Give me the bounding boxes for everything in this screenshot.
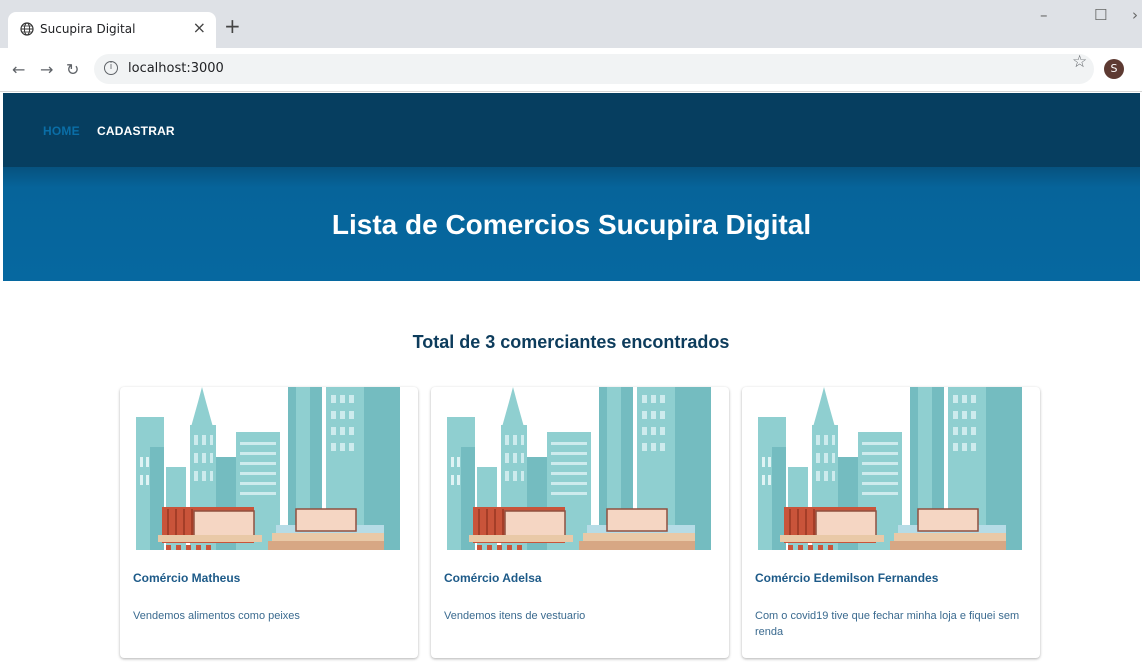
info-icon[interactable]: i bbox=[104, 61, 118, 75]
page-title: Lista de Comercios Sucupira Digital bbox=[331, 209, 812, 240]
merchant-card[interactable]: Comércio Adelsa Vendemos itens de vestuar… bbox=[431, 387, 729, 658]
maximize-icon[interactable]: ☐ bbox=[1094, 6, 1107, 24]
card-description: Vendemos itens de vestuario bbox=[444, 610, 586, 622]
navbar: HOME CADASTRAR bbox=[3, 93, 1140, 167]
card-description: Vendemos alimentos como peixes bbox=[133, 610, 300, 622]
merchant-card[interactable]: Comércio Edemilson Fernandes Com o covid1… bbox=[742, 387, 1040, 658]
minimize-icon[interactable]: – bbox=[1040, 6, 1048, 24]
hero-banner: Lista de Comercios Sucupira Digital bbox=[3, 167, 1140, 281]
card-title[interactable]: Comércio Edemilson Fernandes bbox=[755, 571, 938, 585]
card-image bbox=[758, 387, 1022, 550]
close-window-icon[interactable]: › bbox=[1132, 6, 1138, 24]
card-description: Com o covid19 tive que fechar minha loja… bbox=[755, 610, 1020, 638]
nav-home-link[interactable]: HOME bbox=[43, 124, 80, 138]
browser-tab-bar: Sucupira Digital × + – ☐ › bbox=[0, 0, 1142, 48]
merchant-card[interactable]: Comércio Matheus Vendemos alimentos como … bbox=[120, 387, 418, 658]
tab-title: Sucupira Digital bbox=[40, 22, 136, 36]
url-text[interactable]: localhost:3000 bbox=[128, 61, 224, 76]
nav-cadastrar-link[interactable]: CADASTRAR bbox=[97, 124, 175, 138]
star-icon[interactable]: ☆ bbox=[1072, 52, 1087, 72]
back-arrow-icon[interactable]: ← bbox=[12, 60, 25, 79]
card-title[interactable]: Comércio Matheus bbox=[133, 571, 240, 585]
card-image bbox=[136, 387, 400, 550]
city-illustration bbox=[447, 387, 711, 550]
close-icon[interactable]: × bbox=[193, 18, 206, 37]
avatar[interactable]: S bbox=[1104, 59, 1124, 79]
city-illustration bbox=[758, 387, 1022, 550]
forward-arrow-icon[interactable]: → bbox=[40, 60, 53, 79]
browser-tab[interactable]: Sucupira Digital × bbox=[8, 12, 216, 48]
card-image bbox=[447, 387, 711, 550]
city-illustration bbox=[136, 387, 400, 550]
plus-icon[interactable]: + bbox=[224, 16, 241, 36]
globe-icon bbox=[20, 22, 34, 36]
total-count-heading: Total de 3 comerciantes encontrados bbox=[412, 332, 730, 352]
card-title[interactable]: Comércio Adelsa bbox=[444, 571, 542, 585]
reload-icon[interactable]: ↻ bbox=[66, 60, 79, 79]
address-bar: ← → ↻ i localhost:3000 ☆ S bbox=[0, 48, 1142, 92]
url-field[interactable]: i localhost:3000 bbox=[94, 54, 1094, 84]
